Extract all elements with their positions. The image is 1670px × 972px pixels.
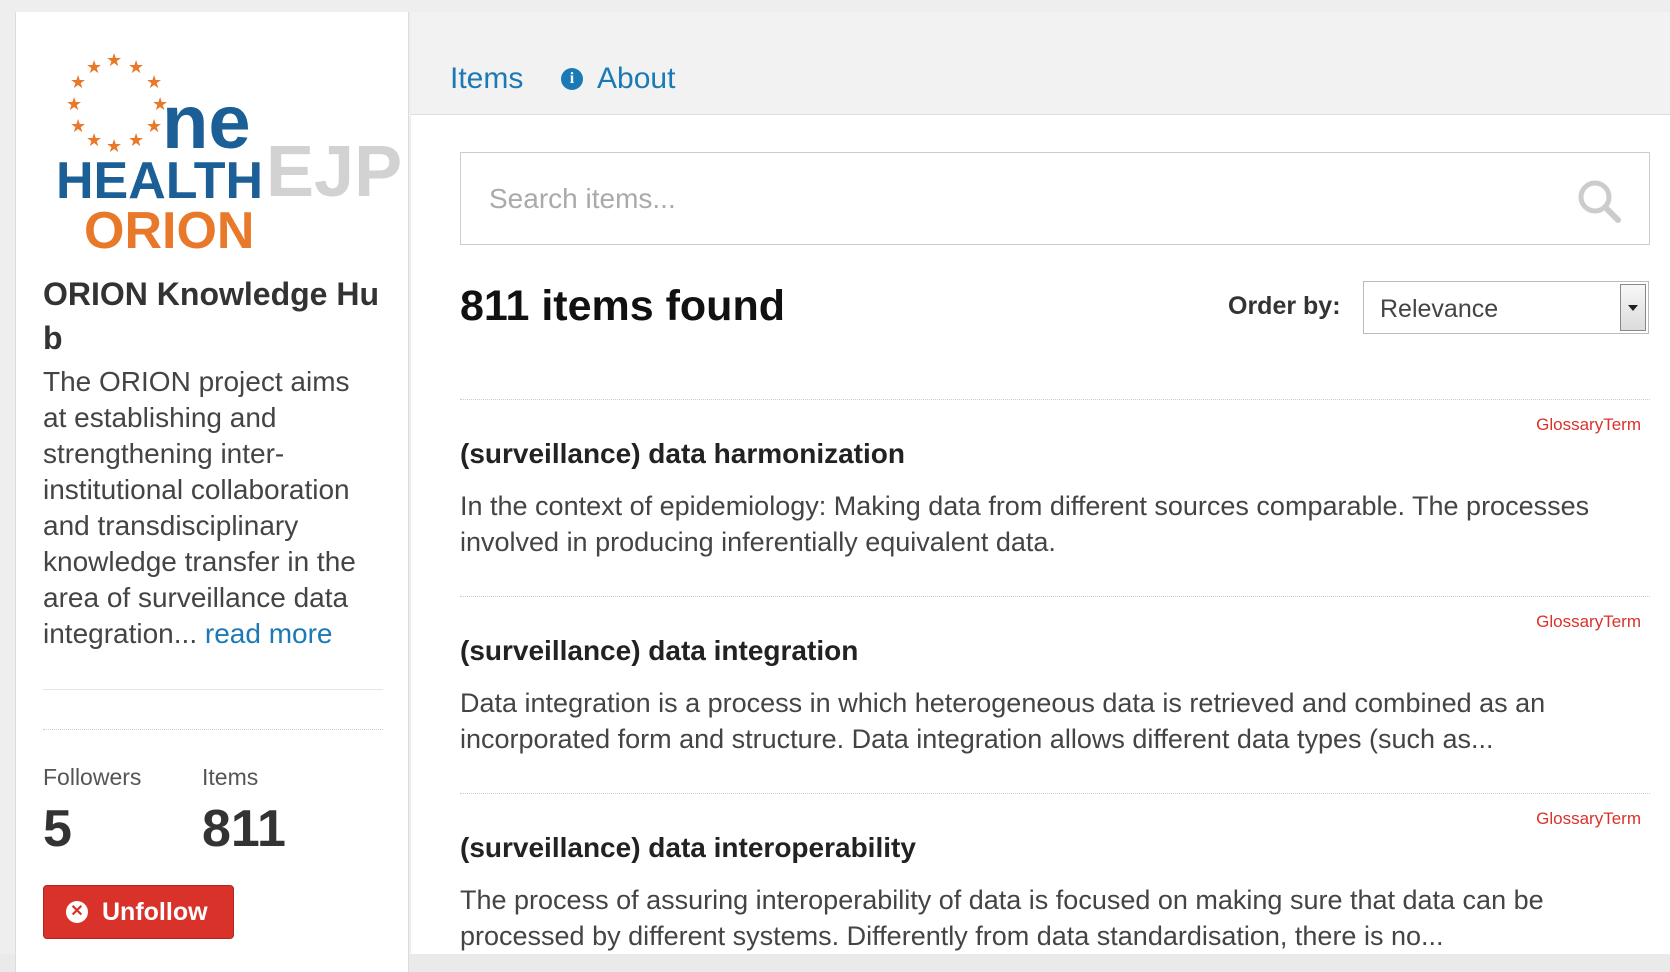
items-stat: Items 811 <box>202 764 286 862</box>
sidebar: ★ ★ ★ ★ ★ ★ ★ ★ ★ ★ ★ ★ ne EJP HEALTH OR… <box>15 12 409 972</box>
read-more-link[interactable]: read more <box>205 618 333 649</box>
svg-text:★: ★ <box>86 130 102 150</box>
unfollow-button[interactable]: ✕ Unfollow <box>43 885 234 939</box>
svg-text:★: ★ <box>146 72 162 92</box>
result-description: The process of assuring interoperability… <box>460 885 1544 951</box>
type-badge: GlossaryTerm <box>1536 809 1641 828</box>
info-icon: i <box>561 68 583 90</box>
svg-text:★: ★ <box>70 72 86 92</box>
divider <box>43 689 383 690</box>
svg-text:★: ★ <box>86 57 102 77</box>
svg-text:★: ★ <box>106 50 122 70</box>
tab-items-label: Items <box>450 62 524 95</box>
result-title[interactable]: (surveillance) data interoperability <box>460 832 916 864</box>
order-by-select[interactable]: Relevance <box>1363 281 1649 334</box>
result-item: GlossaryTerm (surveillance) data harmoni… <box>460 399 1650 596</box>
result-count: 811 items found <box>460 282 785 330</box>
hub-title: ORION Knowledge Hub <box>43 276 379 356</box>
result-item: GlossaryTerm (surveillance) data interop… <box>460 793 1650 955</box>
svg-text:★: ★ <box>128 130 144 150</box>
tab-items[interactable]: Items <box>450 62 523 96</box>
search-bar <box>460 152 1650 245</box>
svg-text:★: ★ <box>70 116 86 136</box>
followers-count: 5 <box>43 800 72 858</box>
followers-stat: Followers 5 <box>43 764 141 862</box>
type-badge: GlossaryTerm <box>1536 415 1641 434</box>
order-by-label: Order by: <box>1228 292 1341 320</box>
unfollow-label: Unfollow <box>102 897 208 926</box>
tab-about-label: About <box>597 62 676 95</box>
logo-orion: ORION <box>84 202 254 260</box>
items-label: Items <box>202 764 259 790</box>
star-ring: ★ ★ ★ ★ ★ ★ ★ ★ ★ ★ ★ ★ <box>66 50 168 156</box>
search-icon[interactable] <box>1575 177 1623 225</box>
result-description: In the context of epidemiology: Making d… <box>460 491 1590 557</box>
items-count: 811 <box>202 800 286 858</box>
result-title[interactable]: (surveillance) data harmonization <box>460 438 905 470</box>
page: ★ ★ ★ ★ ★ ★ ★ ★ ★ ★ ★ ★ ne EJP HEALTH OR… <box>0 0 1670 972</box>
svg-text:★: ★ <box>128 57 144 77</box>
type-badge: GlossaryTerm <box>1536 612 1641 631</box>
svg-text:★: ★ <box>66 94 82 114</box>
logo-ejp: EJP <box>266 132 402 212</box>
one-health-orion-logo: ★ ★ ★ ★ ★ ★ ★ ★ ★ ★ ★ ★ ne EJP HEALTH OR… <box>56 50 402 260</box>
followers-label: Followers <box>43 764 142 790</box>
tab-about[interactable]: i About <box>561 62 675 96</box>
top-nav: Items i About <box>411 12 1670 115</box>
result-description: Data integration is a process in which h… <box>460 688 1546 754</box>
order-by-value: Relevance <box>1380 295 1499 323</box>
search-input[interactable] <box>487 173 1551 225</box>
chevron-down-icon <box>1620 284 1646 331</box>
hub-description: The ORION project aims at establishing a… <box>43 364 373 652</box>
divider <box>43 729 383 730</box>
svg-text:★: ★ <box>146 116 162 136</box>
result-title[interactable]: (surveillance) data integration <box>460 635 858 667</box>
close-circle-icon: ✕ <box>66 901 88 923</box>
hub-description-text: The ORION project aims at establishing a… <box>43 366 356 649</box>
result-item: GlossaryTerm (surveillance) data integra… <box>460 596 1650 793</box>
